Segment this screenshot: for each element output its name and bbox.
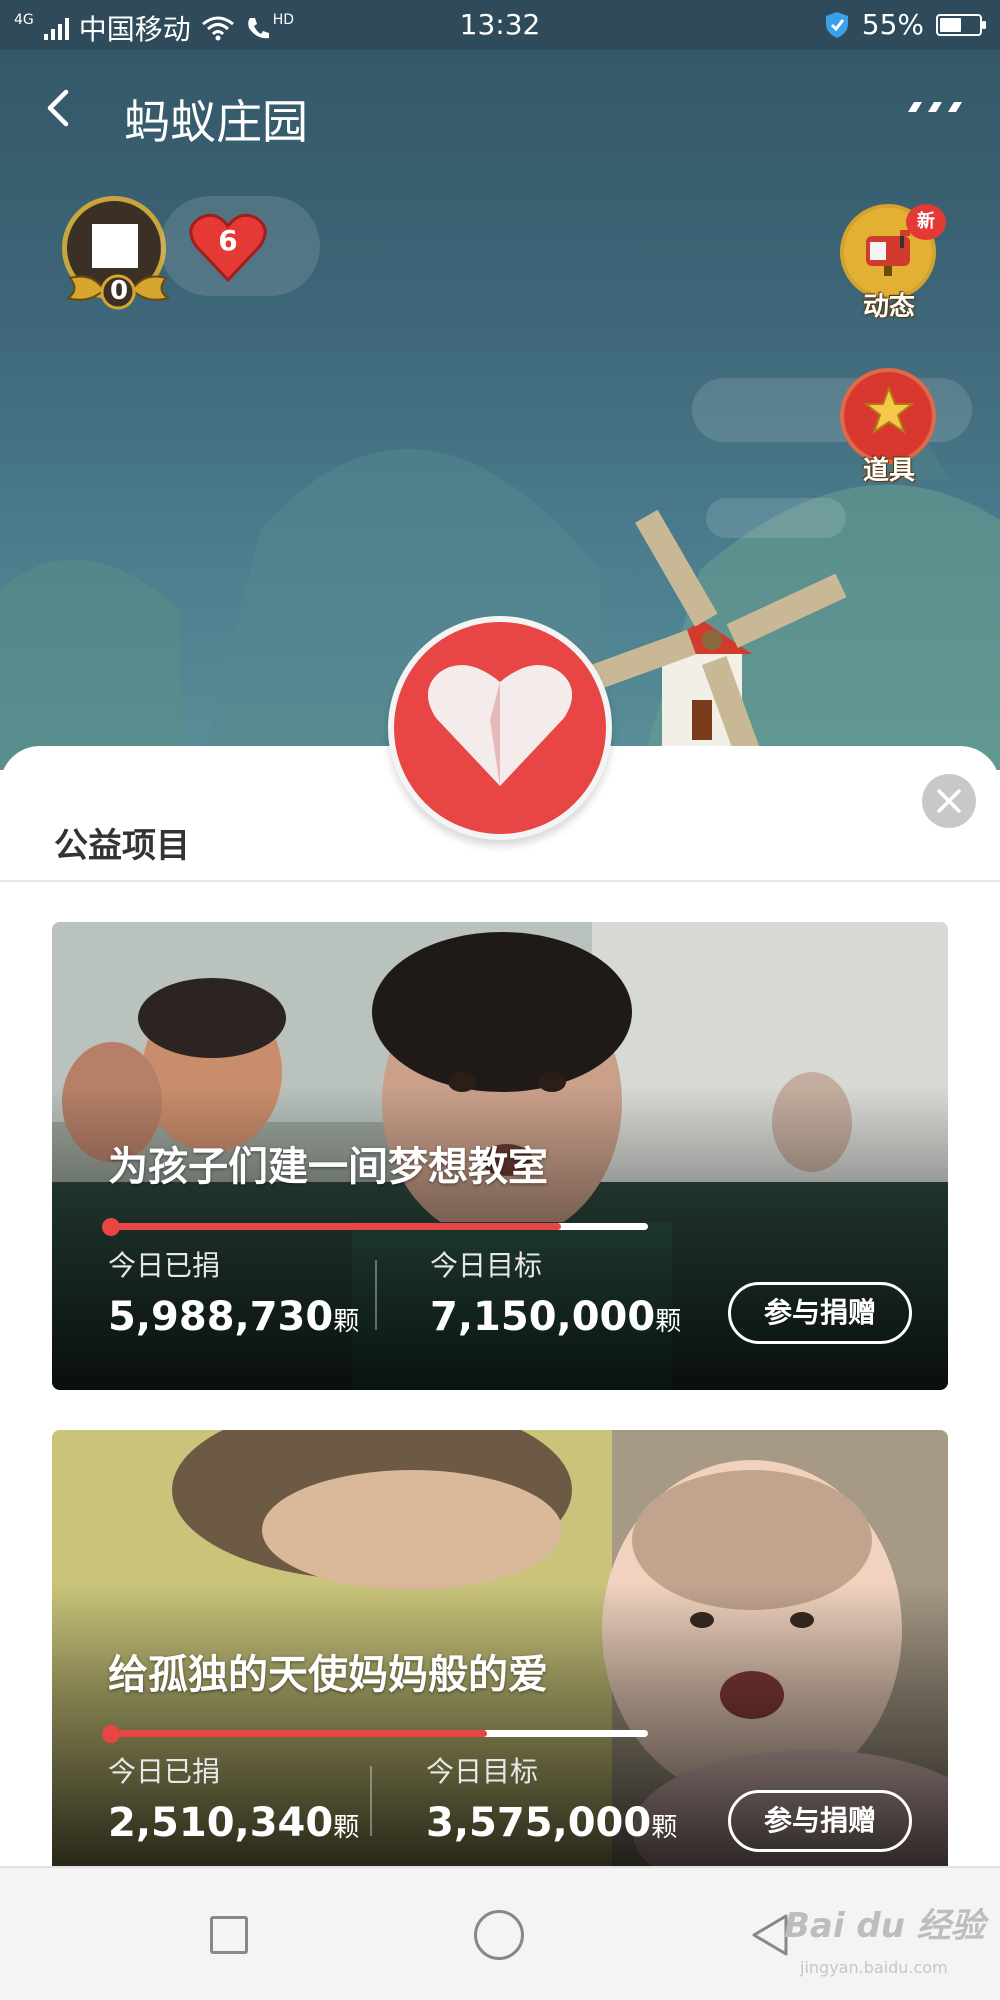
system-navigation-bar: Bai du 经验 jingyan.baidu.com [0, 1866, 1000, 2000]
heart-count: 6 [218, 224, 238, 257]
target-value: 7,150,000颗 [430, 1294, 681, 1340]
progress-fill [108, 1223, 561, 1230]
stat-divider [375, 1260, 377, 1330]
close-icon [937, 789, 961, 813]
progress-bar [102, 1218, 648, 1236]
progress-start-dot [102, 1725, 120, 1743]
navbar: 蚂蚁庄园 [0, 50, 1000, 160]
cloud [706, 498, 846, 538]
stat-divider [370, 1766, 372, 1836]
donate-button[interactable]: 参与捐赠 [728, 1282, 912, 1344]
new-badge: 新 [906, 204, 946, 240]
donated-label: 今日已捐 [108, 1755, 221, 1788]
donated-amount: 2,510,340 [108, 1800, 334, 1846]
unit: 颗 [651, 1813, 678, 1843]
dynamics-button[interactable]: 动态 新 [834, 204, 946, 324]
battery-percent: 55% [861, 8, 924, 41]
divider [0, 880, 1000, 882]
baidu-watermark: Bai du 经验 [784, 1906, 985, 1946]
unit: 颗 [333, 1813, 360, 1843]
unit: 颗 [655, 1307, 682, 1337]
watermark-site: jingyan.baidu.com [800, 1958, 948, 1977]
battery-icon [936, 13, 986, 36]
charity-heart-badge [388, 616, 612, 840]
charity-heart-icon [427, 664, 573, 786]
status-bar: 4G 中国移动 HD 13:32 55% [0, 0, 1000, 50]
dynamics-label: 动态 [862, 292, 915, 322]
unit: 颗 [333, 1307, 360, 1337]
back-arrow-icon[interactable] [40, 88, 80, 128]
project-card[interactable]: 为孩子们建一间梦想教室 今日已捐 5,988,730颗 今日目标 7,150,0… [52, 922, 948, 1390]
avatar-image [92, 224, 138, 268]
donated-value: 2,510,340颗 [108, 1800, 359, 1846]
page-title: 蚂蚁庄园 [124, 95, 308, 149]
donated-label: 今日已捐 [108, 1249, 221, 1282]
level-number: 0 [109, 276, 129, 306]
recent-apps-button[interactable] [210, 1916, 248, 1954]
close-button[interactable] [922, 774, 976, 828]
avatar[interactable]: 0 [62, 196, 172, 310]
progress-start-dot [102, 1218, 120, 1236]
project-title: 为孩子们建一间梦想教室 [108, 1144, 548, 1190]
more-options-icon[interactable] [904, 100, 964, 116]
home-button[interactable] [474, 1910, 524, 1960]
props-label: 道具 [862, 456, 915, 486]
star-icon [863, 385, 915, 435]
project-title: 给孤独的天使妈妈般的爱 [108, 1652, 548, 1698]
sheet-title: 公益项目 [54, 826, 190, 866]
donated-value: 5,988,730颗 [108, 1294, 359, 1340]
progress-fill [108, 1730, 488, 1737]
target-value: 3,575,000颗 [426, 1800, 677, 1846]
props-button[interactable]: 道具 [834, 368, 944, 488]
target-label: 今日目标 [426, 1755, 539, 1788]
donated-amount: 5,988,730 [108, 1294, 334, 1340]
target-amount: 3,575,000 [426, 1800, 652, 1846]
shield-icon [825, 11, 848, 38]
target-amount: 7,150,000 [430, 1294, 656, 1340]
mailbox-icon [866, 230, 910, 276]
donate-button[interactable]: 参与捐赠 [728, 1790, 912, 1852]
progress-bar [102, 1725, 648, 1743]
project-card[interactable]: 给孤独的天使妈妈般的爱 今日已捐 2,510,340颗 今日目标 3,575,0… [52, 1430, 948, 1866]
target-label: 今日目标 [430, 1249, 543, 1282]
